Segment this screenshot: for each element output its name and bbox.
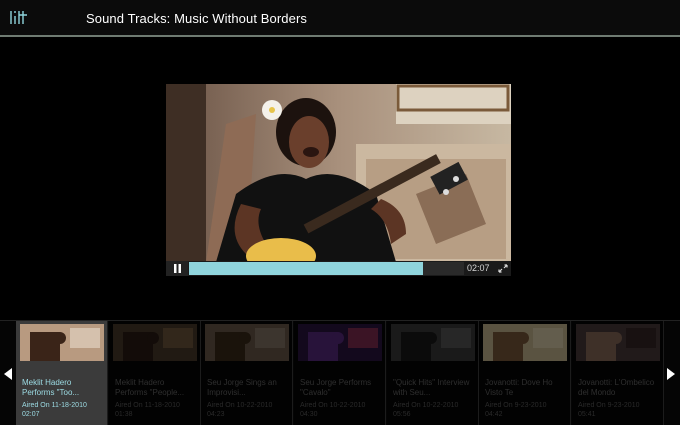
playlist-item-aired: Aired On 10-22-2010: [207, 402, 273, 409]
playlist-item-aired: Aired On 9-23-2010: [578, 402, 640, 409]
playlist-item-aired: Aired On 10-22-2010: [393, 402, 459, 409]
playlist-item-meta: Aired On 10-22-2010 04:30: [300, 401, 384, 419]
playlist-item-aired: Aired On 11-18-2010: [22, 402, 87, 409]
playlist-item-duration: 01:38: [115, 411, 133, 418]
playlist-item-duration: 05:41: [578, 411, 596, 418]
fullscreen-icon[interactable]: [498, 264, 508, 273]
playlist-item[interactable]: Meklit Hadero Performs "People... Aired O…: [109, 321, 201, 425]
playlist-item-title: Meklit Hadero Performs "People...: [115, 378, 185, 397]
page-title: Sound Tracks: Music Without Borders: [86, 11, 307, 26]
thumbnail-image[interactable]: [20, 324, 104, 361]
playlist-item-title: Meklit Hadero Performs "Too...: [22, 378, 80, 397]
lill-logo-icon[interactable]: [9, 8, 31, 28]
playlist-item-title: Seu Jorge Sings an Improvisi...: [207, 378, 277, 397]
time-display: 02:07: [467, 263, 490, 273]
playlist-item-meta: Aired On 11-18-2010 01:38: [115, 401, 199, 419]
progress-fill[interactable]: [189, 262, 423, 275]
playlist-item[interactable]: Jovanotti: L'Ombelico del Mondo Aired On …: [572, 321, 664, 425]
playlist-item-duration: 05:56: [393, 411, 411, 418]
pause-icon[interactable]: [174, 264, 181, 273]
playlist-item-duration: 04:30: [300, 411, 318, 418]
playlist-item[interactable]: Jovanotti: Dove Ho Visto Te Aired On 9-23…: [479, 321, 571, 425]
playlist-item-meta: Aired On 9-23-2010 05:41: [578, 401, 662, 419]
playlist-item-aired: Aired On 9-23-2010: [485, 402, 547, 409]
playlist-item-meta: Aired On 10-22-2010 04:23: [207, 401, 291, 419]
playlist-item-meta: Aired On 11-18-2010 02:07: [22, 401, 106, 419]
arrow-left-icon[interactable]: [3, 368, 13, 380]
playlist-item-title: Jovanotti: Dove Ho Visto Te: [485, 378, 553, 397]
video-frame[interactable]: [166, 84, 511, 262]
playlist-item-title: Jovanotti: L'Ombelico del Mondo: [578, 378, 655, 397]
playlist-item-meta: Aired On 9-23-2010 04:42: [485, 401, 569, 419]
playlist-item[interactable]: Seu Jorge Sings an Improvisi... Aired On …: [201, 321, 293, 425]
playlist-item-duration: 04:42: [485, 411, 503, 418]
playlist-item[interactable]: "Quick Hits" Interview with Seu... Aired …: [387, 321, 479, 425]
playlist-item-title: Seu Jorge Performs "Cavalo": [300, 378, 372, 397]
arrow-right-icon[interactable]: [666, 368, 676, 380]
playlist-item-meta: Aired On 10-22-2010 05:56: [393, 401, 477, 419]
playlist-item-title: "Quick Hits" Interview with Seu...: [393, 378, 470, 397]
playlist-item-duration: 02:07: [22, 411, 40, 418]
playlist-item-aired: Aired On 11-18-2010: [115, 402, 180, 409]
video-player[interactable]: [166, 84, 511, 276]
playlist-item[interactable]: Meklit Hadero Performs "Too... Aired On 1…: [16, 321, 108, 425]
playlist-item[interactable]: Seu Jorge Performs "Cavalo" Aired On 10-2…: [294, 321, 386, 425]
playlist-item-aired: Aired On 10-22-2010: [300, 402, 366, 409]
playlist-item-duration: 04:23: [207, 411, 225, 418]
header-bar: Sound Tracks: Music Without Borders: [0, 0, 680, 37]
